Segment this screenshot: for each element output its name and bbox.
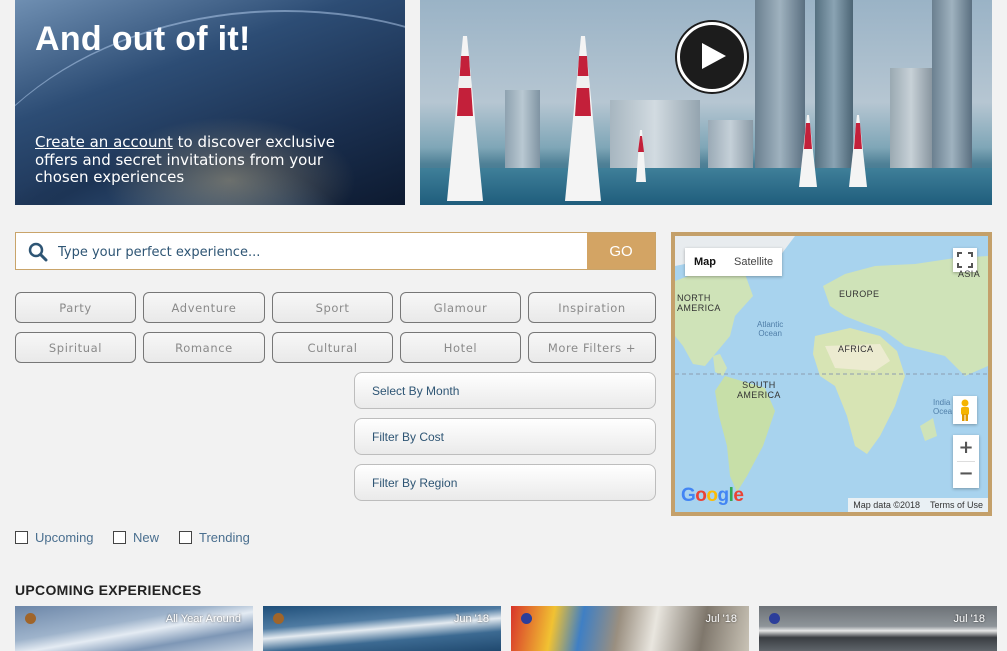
category-hotel[interactable]: Hotel [400,332,521,363]
category-glamour[interactable]: Glamour [400,292,521,323]
create-account-link[interactable]: Create an account [35,133,173,151]
map-label-atlantic-ocean: Atlantic Ocean [757,320,784,338]
trending-checkbox[interactable]: Trending [179,530,250,545]
category-dot [25,613,36,624]
category-dot [273,613,284,624]
search-icon [28,242,48,262]
experience-card[interactable]: All Year Around [15,606,253,651]
building-image [708,120,753,170]
select-by-month-dropdown[interactable]: Select By Month [354,372,656,409]
fullscreen-icon [957,252,973,268]
play-button[interactable] [677,22,747,92]
zoom-in-button[interactable]: + [958,435,973,461]
category-romance[interactable]: Romance [143,332,265,363]
street-view-pegman[interactable] [953,396,977,424]
map-label-south-america: SOUTH AMERICA [737,380,781,400]
hero-description: Create an account to discover exclusive … [35,133,380,187]
experience-date: Jul '18 [953,613,985,625]
play-icon [702,43,726,69]
checkbox-box[interactable] [113,531,126,544]
more-filters-button[interactable]: More Filters + [528,332,656,363]
experience-card[interactable]: Jun '18 [263,606,501,651]
zoom-control: + − [953,435,979,488]
experience-card[interactable]: Jul '18 [759,606,997,651]
category-spiritual[interactable]: Spiritual [15,332,136,363]
water-image [420,168,992,205]
terms-of-use-link[interactable]: Terms of Use [925,500,988,510]
zoom-out-button[interactable]: − [958,462,973,488]
world-map[interactable]: Map Satellite NORTH AMERICA EUROPE ASIA … [671,232,992,516]
air-race-pylon-image [636,130,646,182]
air-race-pylon-image [799,115,817,187]
map-data-label: Map data ©2018 [853,500,920,510]
map-label-asia: ASIA [958,269,981,279]
map-type-map[interactable]: Map [685,248,725,276]
building-image [610,100,700,170]
search-bar: GO [15,232,656,271]
checkbox-label: Trending [199,530,250,545]
new-checkbox[interactable]: New [113,530,159,545]
air-race-pylon-image [849,115,867,187]
experience-date: All Year Around [165,613,241,625]
map-label-africa: AFRICA [838,344,874,354]
checkbox-box[interactable] [15,531,28,544]
map-label-indian-ocean: India Ocea [933,398,953,416]
filter-by-region-dropdown[interactable]: Filter By Region [354,464,656,501]
checkbox-label: Upcoming [35,530,94,545]
building-image [505,90,540,170]
map-attribution: Map data ©2018 Terms of Use [848,498,988,512]
map-type-control: Map Satellite [685,248,783,276]
filter-by-cost-dropdown[interactable]: Filter By Cost [354,418,656,455]
category-dot [521,613,532,624]
category-party[interactable]: Party [15,292,136,323]
map-label-north-america: NORTH AMERICA [677,293,721,313]
upcoming-checkbox[interactable]: Upcoming [15,530,94,545]
map-label-europe: EUROPE [839,289,880,299]
experience-date: Jun '18 [453,613,489,625]
hero-title: And out of it! [35,20,251,58]
map-landmass [675,236,988,492]
air-race-pylon-image [447,36,483,201]
checkbox-box[interactable] [179,531,192,544]
category-dot [769,613,780,624]
checkbox-label: New [133,530,160,545]
building-image [890,68,932,170]
category-cultural[interactable]: Cultural [272,332,393,363]
pegman-icon [961,399,969,421]
upcoming-experiences-heading: UPCOMING EXPERIENCES [15,582,202,598]
experience-date: Jul '18 [705,613,737,625]
hero-banner: And out of it! Create an account to disc… [15,0,405,205]
go-button[interactable]: GO [587,233,655,269]
google-logo[interactable]: Google [681,485,744,507]
skyscraper-image [932,0,972,170]
category-inspiration[interactable]: Inspiration [528,292,656,323]
air-race-pylon-image [565,36,601,201]
experience-card[interactable]: Jul '18 [511,606,749,651]
category-adventure[interactable]: Adventure [143,292,265,323]
map-type-satellite[interactable]: Satellite [725,248,782,276]
video-thumbnail[interactable] [420,0,992,205]
category-sport[interactable]: Sport [272,292,393,323]
search-input[interactable] [56,233,600,271]
